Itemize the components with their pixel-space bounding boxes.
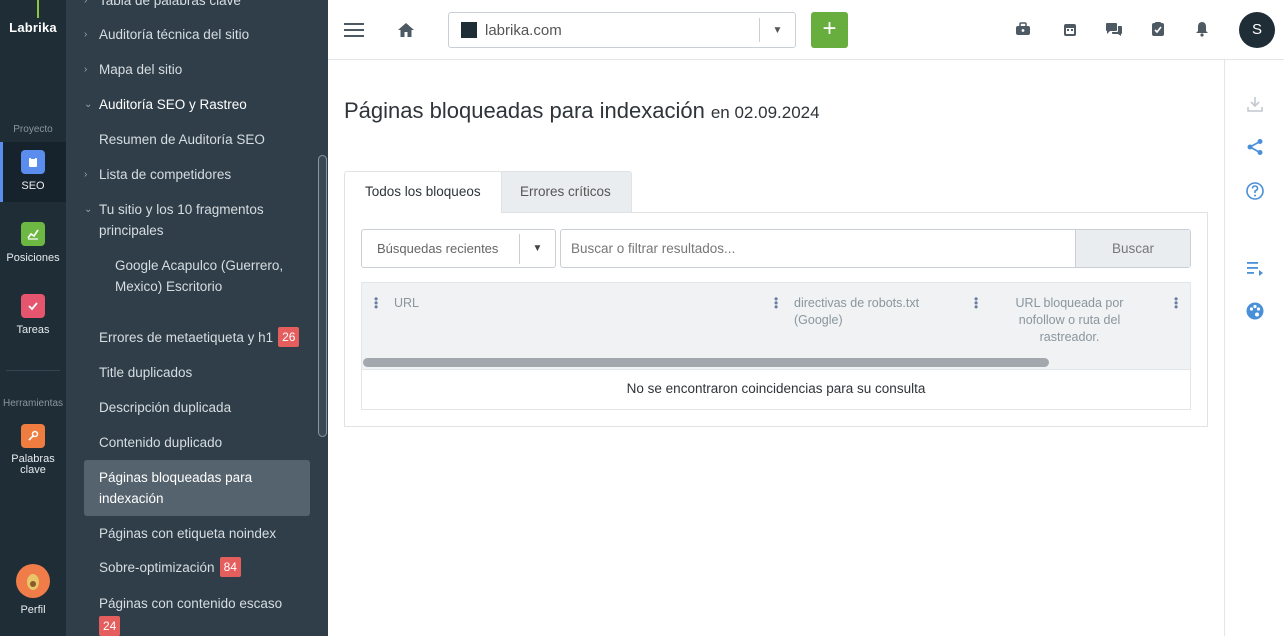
help-icon[interactable] (1243, 179, 1267, 203)
rail-item-keywords[interactable]: Palabras clave (0, 424, 66, 476)
column-url[interactable]: URL (394, 295, 419, 312)
nav-item-duplicate-description[interactable]: Descripción duplicada (99, 397, 328, 418)
search-bar: Buscar (560, 229, 1191, 268)
chevron-right-icon: › (84, 169, 88, 180)
app-rail: Labrika Proyecto SEO Posiciones Tareas H… (0, 0, 66, 636)
app-logo[interactable]: Labrika (0, 20, 66, 35)
sidebar-scrollbar[interactable] (318, 155, 327, 437)
column-nofollow-blocked[interactable]: URL bloqueada por nofollow o ruta del ra… (1007, 295, 1132, 346)
user-avatar[interactable]: S (1239, 12, 1275, 48)
column-robots-directives[interactable]: directivas de robots.txt (Google) (794, 295, 964, 329)
rail-label: Perfil (20, 604, 46, 616)
list-play-icon[interactable] (1243, 256, 1267, 280)
count-badge: 24 (99, 616, 121, 636)
logo-accent (37, 0, 39, 18)
chevron-down-icon: ⌄ (84, 204, 93, 215)
column-menu-icon[interactable]: • • • (974, 293, 978, 313)
column-menu-icon[interactable]: • • • (1174, 293, 1178, 313)
rail-item-seo[interactable]: SEO (0, 142, 66, 202)
caret-down-icon[interactable]: ▼ (519, 233, 555, 264)
nav-item-competitors[interactable]: › Lista de competidores (84, 164, 314, 185)
section-tools-label: Herramientas (2, 398, 64, 409)
nav-item-audit-summary[interactable]: Resumen de Auditoría SEO (99, 129, 328, 150)
clipboard-check-icon[interactable] (1147, 18, 1169, 40)
nav-item-over-optimization[interactable]: Sobre-optimización 84 (99, 557, 328, 578)
key-icon (21, 424, 45, 448)
palette-icon[interactable] (1243, 299, 1267, 323)
chevron-right-icon: › (84, 29, 88, 40)
site-selector[interactable]: labrika.com ▼ (448, 12, 796, 48)
check-icon (21, 294, 45, 318)
nav-item-duplicate-titles[interactable]: Title duplicados (99, 362, 328, 383)
rail-item-profile[interactable]: Perfil (0, 564, 66, 616)
nav-item-thin-content[interactable]: Páginas con contenido escaso 24 (99, 593, 299, 636)
nav-item-blocked-pages[interactable]: Páginas bloqueadas para indexación (99, 467, 294, 509)
site-favicon (461, 22, 477, 38)
results-panel: Búsquedas recientes ▼ Buscar ••• URL •••… (344, 212, 1208, 427)
search-input[interactable] (561, 230, 1075, 267)
rail-item-tasks[interactable]: Tareas (0, 294, 66, 336)
nav-item-google-region[interactable]: Google Acapulco (Guerrero, Mexico) Escri… (115, 255, 315, 297)
nav-item-seo-audit[interactable]: ⌄ Auditoría SEO y Rastreo (84, 94, 314, 115)
rail-label: SEO (21, 180, 45, 192)
report-date: en 02.09.2024 (710, 103, 820, 122)
search-button[interactable]: Buscar (1075, 230, 1190, 267)
section-nav: › Tabla de palabras clave › Auditoría técn… (66, 0, 328, 636)
rail-item-positions[interactable]: Posiciones (0, 222, 66, 264)
recent-searches-select[interactable]: Búsquedas recientes ▼ (361, 229, 556, 268)
main-content: Páginas bloqueadas para indexación en 02.… (328, 60, 1224, 636)
chevron-down-icon[interactable]: ▼ (759, 18, 795, 42)
count-badge: 26 (278, 327, 300, 347)
avocado-icon (16, 564, 50, 598)
nav-item-top10[interactable]: ⌄ Tu sitio y los 10 fragmentos principale… (84, 199, 314, 241)
download-icon[interactable] (1243, 92, 1267, 116)
chart-icon (21, 222, 45, 246)
bell-icon[interactable] (1191, 18, 1213, 40)
column-menu-icon[interactable]: • • • (374, 293, 378, 313)
site-name: labrika.com (485, 21, 562, 39)
rail-label: Tareas (16, 324, 50, 336)
share-icon[interactable] (1243, 135, 1267, 159)
tab-all-blocks[interactable]: Todos los bloqueos (344, 171, 502, 213)
table-horizontal-scrollbar[interactable] (361, 356, 1191, 368)
briefcase-icon[interactable] (1012, 18, 1034, 40)
clipboard-icon (21, 150, 45, 174)
home-icon[interactable] (394, 18, 418, 42)
nav-item-technical-audit[interactable]: › Auditoría técnica del sitio (84, 24, 314, 45)
nav-item-sitemap[interactable]: › Mapa del sitio (84, 59, 314, 80)
chevron-right-icon: › (84, 64, 88, 75)
scrollbar-thumb[interactable] (363, 358, 1049, 367)
nav-item-meta-errors[interactable]: Errores de metaetiqueta y h1 26 (99, 327, 328, 348)
empty-state-message: No se encontraron coincidencias para su … (361, 370, 1191, 410)
right-toolbar (1224, 60, 1284, 636)
rail-divider (6, 370, 60, 371)
count-badge: 84 (219, 557, 241, 577)
tab-critical-errors[interactable]: Errores críticos (499, 171, 632, 212)
column-menu-icon[interactable]: • • • (774, 293, 778, 313)
rail-label: Posiciones (6, 252, 60, 264)
nav-item-keywords-table[interactable]: › Tabla de palabras clave (84, 0, 314, 11)
page-title: Páginas bloqueadas para indexación en 02.… (344, 98, 820, 123)
nav-item-duplicate-content[interactable]: Contenido duplicado (99, 432, 328, 453)
calendar-icon[interactable] (1059, 18, 1081, 40)
top-bar: labrika.com ▼ + S (328, 0, 1284, 60)
chat-icon[interactable] (1103, 18, 1125, 40)
chevron-down-icon: ⌄ (84, 99, 93, 110)
rail-label: Palabras clave (11, 453, 55, 476)
chevron-right-icon: › (84, 0, 88, 6)
add-button[interactable]: + (811, 12, 848, 48)
menu-icon[interactable] (342, 18, 366, 42)
nav-item-noindex[interactable]: Páginas con etiqueta noindex (99, 523, 328, 544)
section-project-label: Proyecto (13, 124, 53, 135)
